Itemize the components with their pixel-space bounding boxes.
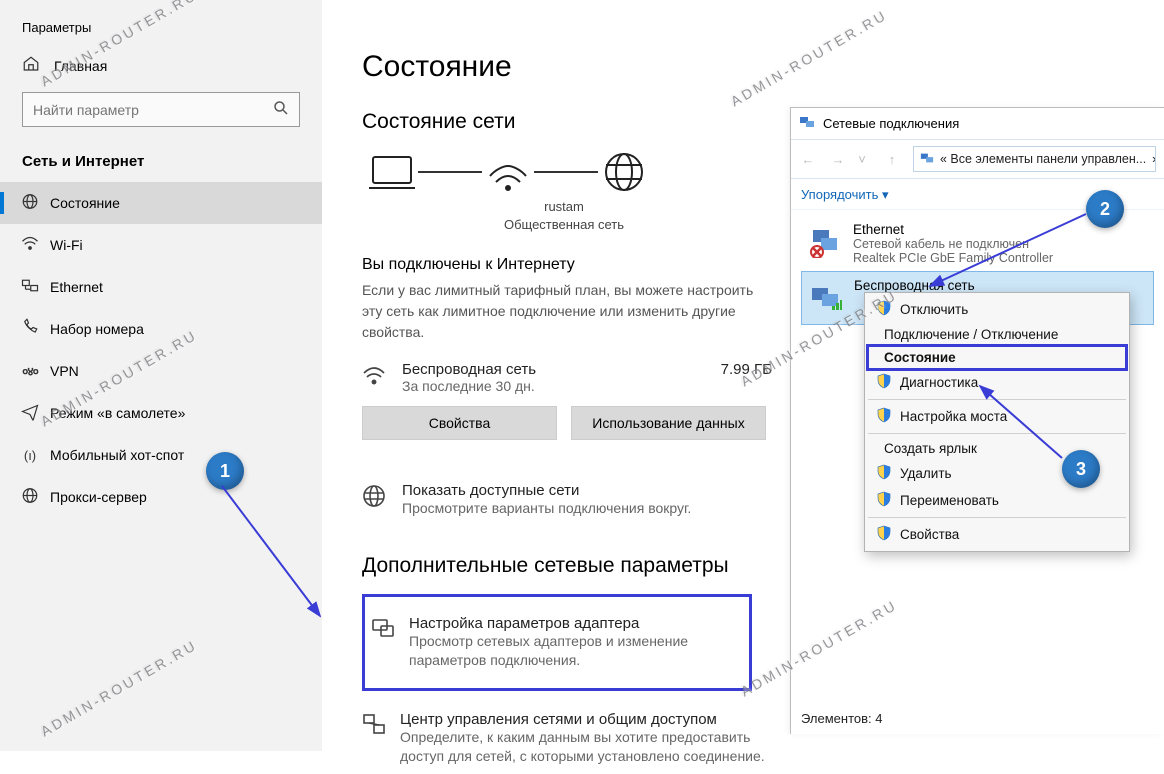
recent-chevron-icon[interactable]: ˅ [853, 152, 871, 167]
annotation-balloon-3: 3 [1062, 450, 1100, 488]
pc-icon [366, 150, 418, 194]
nav-label: Прокси-сервер [50, 489, 147, 505]
nav-item-airplane[interactable]: Режим «в самолете» [0, 392, 322, 434]
nav-label: Wi-Fi [50, 237, 83, 253]
search-icon [272, 99, 290, 120]
shield-icon [876, 407, 892, 426]
nc-window-title: Сетевые подключения [791, 108, 1164, 140]
annotation-balloon-1: 1 [206, 452, 244, 490]
context-menu-item[interactable]: Подключение / Отключение [868, 323, 1126, 346]
dial-icon [20, 319, 40, 340]
adapter-icon [806, 278, 846, 318]
sharing-center-item[interactable]: Центр управления сетями и общим доступом… [362, 703, 772, 774]
page-title: Состояние [362, 50, 1124, 84]
nav-item-dialup[interactable]: Набор номера [0, 308, 322, 350]
nav-label: Режим «в самолете» [50, 405, 185, 421]
nav-label: Набор номера [50, 321, 144, 337]
context-menu-item[interactable]: Свойства [868, 521, 1126, 548]
search-input[interactable] [22, 92, 300, 127]
globe-small-icon [362, 482, 388, 511]
nav-label: Мобильный хот-спот [50, 447, 184, 463]
adapter-settings-highlight: Настройка параметров адаптера Просмотр с… [362, 594, 752, 691]
settings-sidebar: Параметры Главная Сеть и Интернет Состоя… [0, 0, 322, 751]
usage-name: Беспроводная сеть [402, 361, 707, 378]
vpn-icon: ०४० [20, 363, 40, 380]
shield-icon [876, 525, 892, 544]
adapter-icon [805, 222, 845, 262]
usage-period: За последние 30 дн. [402, 378, 707, 394]
wifi-small-icon [362, 361, 388, 390]
app-title: Параметры [0, 20, 322, 49]
data-usage-button[interactable]: Использование данных [571, 406, 766, 440]
connected-body: Если у вас лимитный тарифный план, вы мо… [362, 280, 772, 343]
context-menu-item[interactable]: Отключить [868, 296, 1126, 323]
nav-label: Ethernet [50, 279, 103, 295]
status-icon [20, 193, 40, 214]
nc-statusbar: Элементов: 4 [801, 711, 882, 726]
hotspot-icon: (ı) [20, 447, 40, 463]
section-header: Сеть и Интернет [0, 147, 322, 182]
shield-icon [876, 373, 892, 392]
wifi-icon [20, 235, 40, 256]
nav-item-wifi[interactable]: Wi-Fi [0, 224, 322, 266]
nav-item-status[interactable]: Состояние [0, 182, 322, 224]
nav-item-proxy[interactable]: Прокси-сервер [0, 476, 322, 518]
shield-icon [876, 464, 892, 483]
address-icon [920, 151, 934, 168]
proxy-icon [20, 487, 40, 508]
annotation-balloon-2: 2 [1086, 190, 1124, 228]
nav-item-vpn[interactable]: ०४० VPN [0, 350, 322, 392]
shield-icon [876, 491, 892, 510]
nav-label: Состояние [50, 195, 120, 211]
context-menu: ОтключитьПодключение / ОтключениеСостоян… [864, 292, 1130, 552]
nav-item-ethernet[interactable]: Ethernet [0, 266, 322, 308]
usage-row: Беспроводная сеть За последние 30 дн. 7.… [362, 361, 772, 394]
adapter-icon [371, 615, 395, 642]
show-networks-item[interactable]: Показать доступные сети Просмотрите вари… [362, 474, 772, 526]
nav-label: VPN [50, 363, 79, 379]
nav-item-hotspot[interactable]: (ı) Мобильный хот-спот [0, 434, 322, 476]
home-link[interactable]: Главная [0, 49, 322, 88]
wifi-icon [482, 150, 534, 194]
nc-title-icon [799, 114, 815, 133]
up-arrow-icon[interactable]: ↑ [883, 152, 901, 167]
shield-icon [876, 300, 892, 319]
context-menu-item[interactable]: Состояние [868, 346, 1126, 369]
home-label: Главная [54, 58, 107, 74]
back-arrow-icon[interactable]: ← [799, 152, 817, 167]
adapter-settings-item[interactable]: Настройка параметров адаптера Просмотр с… [371, 607, 743, 678]
home-icon [22, 55, 40, 76]
forward-arrow-icon[interactable]: → [829, 152, 847, 167]
context-menu-item[interactable]: Переименовать [868, 487, 1126, 514]
properties-button[interactable]: Свойства [362, 406, 557, 440]
diagram-labels: rustam Общественная сеть [434, 198, 694, 234]
plane-icon [20, 403, 40, 424]
sharing-icon [362, 711, 386, 738]
globe-icon [598, 150, 650, 194]
context-menu-item[interactable]: Диагностика [868, 369, 1126, 396]
address-bar[interactable]: « Все элементы панели управлен...›Сете [913, 146, 1156, 172]
context-menu-item[interactable]: Настройка моста [868, 403, 1126, 430]
usage-value: 7.99 ГБ [721, 361, 772, 378]
eth-icon [20, 278, 40, 297]
nc-navbar: ← → ˅ ↑ « Все элементы панели управлен..… [791, 140, 1164, 179]
